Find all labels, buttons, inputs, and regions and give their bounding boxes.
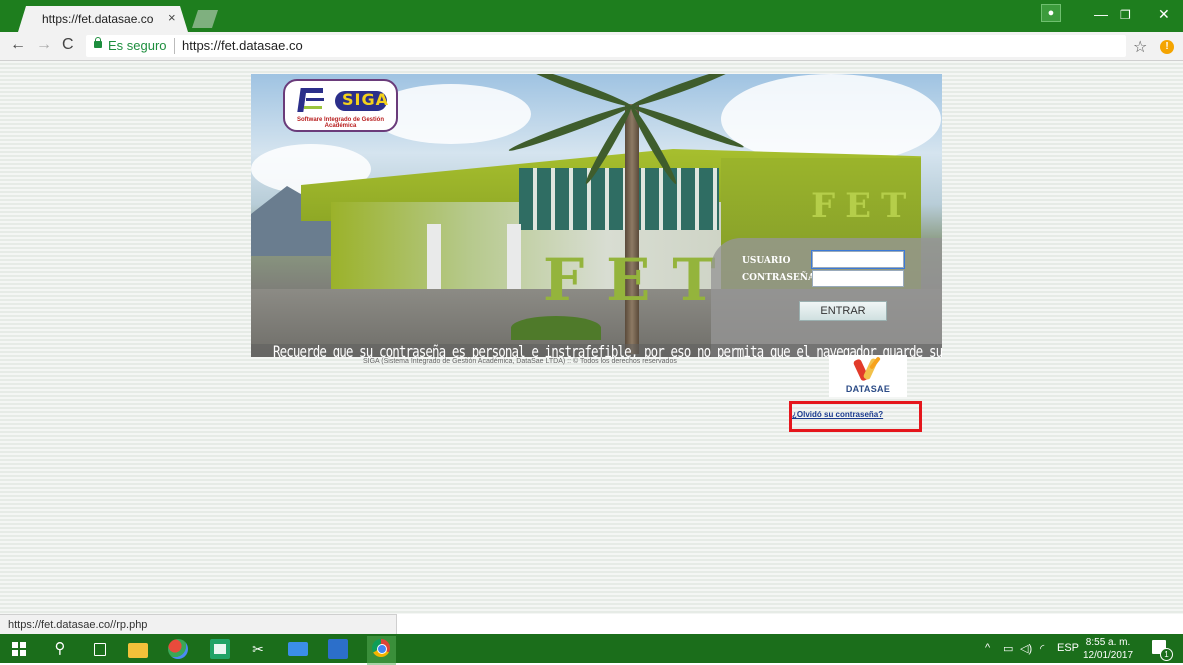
clock-time: 8:55 a. m. [1085,637,1131,648]
wifi-icon[interactable]: ◜ [1040,642,1044,655]
windows-start-icon[interactable] [10,639,30,659]
status-bubble-url: https://fet.datasae.co//rp.php [0,614,397,634]
password-input[interactable] [812,270,904,287]
notification-count-badge: 1 [1160,648,1173,661]
browser-toolbar: ← → C Es seguro https://fet.datasae.co ☆… [0,32,1183,61]
lock-icon [94,37,102,48]
siga-logo-subtitle: Software Integrado de Gestión Académica [296,117,384,129]
building-lettering-side: FET [811,186,917,226]
campus-banner: FET FET SIGA Software Integrado de Gesti… [251,74,942,357]
file-explorer-icon[interactable] [128,643,148,658]
siga-logo-text: SIGA [342,90,389,109]
siga-logo-mark-icon [297,88,325,112]
chrome-taskbar-icon[interactable] [367,636,396,665]
palm-leaf [526,74,633,110]
enter-button[interactable]: ENTRAR [799,301,887,321]
datasae-logo: DATASAE [829,355,907,397]
spreadsheet-app-icon[interactable] [210,639,230,659]
windows-taskbar: ⚲ ✂ ^ ▭ ◁) ◜ ESP 8:55 a. m. 12/01/2017 1 [0,634,1183,665]
address-bar[interactable]: Es seguro https://fet.datasae.co [86,35,1126,57]
datasae-logo-text: DATASAE [845,384,891,394]
copyright-text: SIGA (Sistema Integrado de Gestión Acadé… [363,358,677,365]
extension-warning-icon[interactable]: ! [1160,40,1174,54]
back-arrow-icon[interactable]: ← [10,36,26,54]
page-background: FET FET SIGA Software Integrado de Gesti… [0,61,1183,614]
password-label: CONTRASEÑA [742,273,815,283]
maximize-button[interactable]: ❐ [1120,8,1131,22]
url-text[interactable]: https://fet.datasae.co [182,38,303,53]
task-view-icon[interactable] [90,639,110,659]
user-icon[interactable]: ● [1041,4,1061,22]
palm-leaf [629,74,736,110]
remote-desktop-icon[interactable] [328,639,348,659]
search-icon[interactable]: ⚲ [50,639,70,659]
display-app-icon[interactable] [288,642,308,656]
hedge-shape [511,316,601,340]
clock-date: 12/01/2017 [1083,650,1134,661]
browser-tab-active[interactable]: https://fet.datasae.co × [18,6,188,32]
palm-trunk [625,104,639,354]
language-indicator[interactable]: ESP [1057,642,1079,654]
battery-icon[interactable]: ▭ [1003,642,1013,655]
username-input[interactable] [811,250,905,269]
secure-indicator[interactable]: Es seguro [108,38,167,53]
browser-titlebar: https://fet.datasae.co × ● — ❐ ✕ [0,0,1183,32]
snipping-tool-icon[interactable]: ✂ [248,639,268,659]
username-label: USUARIO [742,256,791,266]
cloud-shape [721,74,941,164]
reload-icon[interactable]: C [62,36,74,54]
minimize-button[interactable]: — [1094,6,1108,22]
tray-chevron-icon[interactable]: ^ [985,642,990,654]
forward-arrow-icon[interactable]: → [36,36,52,54]
taskbar-clock[interactable]: 8:55 a. m. 12/01/2017 [1083,636,1133,662]
building-lettering: FET [543,246,738,314]
tab-title: https://fet.datasae.co [42,12,154,26]
paint-app-icon[interactable] [168,639,188,659]
bookmark-star-icon[interactable]: ☆ [1133,37,1147,57]
tab-close-icon[interactable]: × [168,10,176,25]
building-windows [519,168,719,230]
new-tab-button[interactable] [192,10,218,28]
volume-icon[interactable]: ◁) [1020,642,1032,655]
address-separator [174,38,175,54]
forgot-password-link[interactable]: ¿Olvidó su contraseña? [792,410,883,419]
close-window-button[interactable]: ✕ [1158,6,1170,23]
siga-logo: SIGA Software Integrado de Gestión Acadé… [283,79,398,132]
